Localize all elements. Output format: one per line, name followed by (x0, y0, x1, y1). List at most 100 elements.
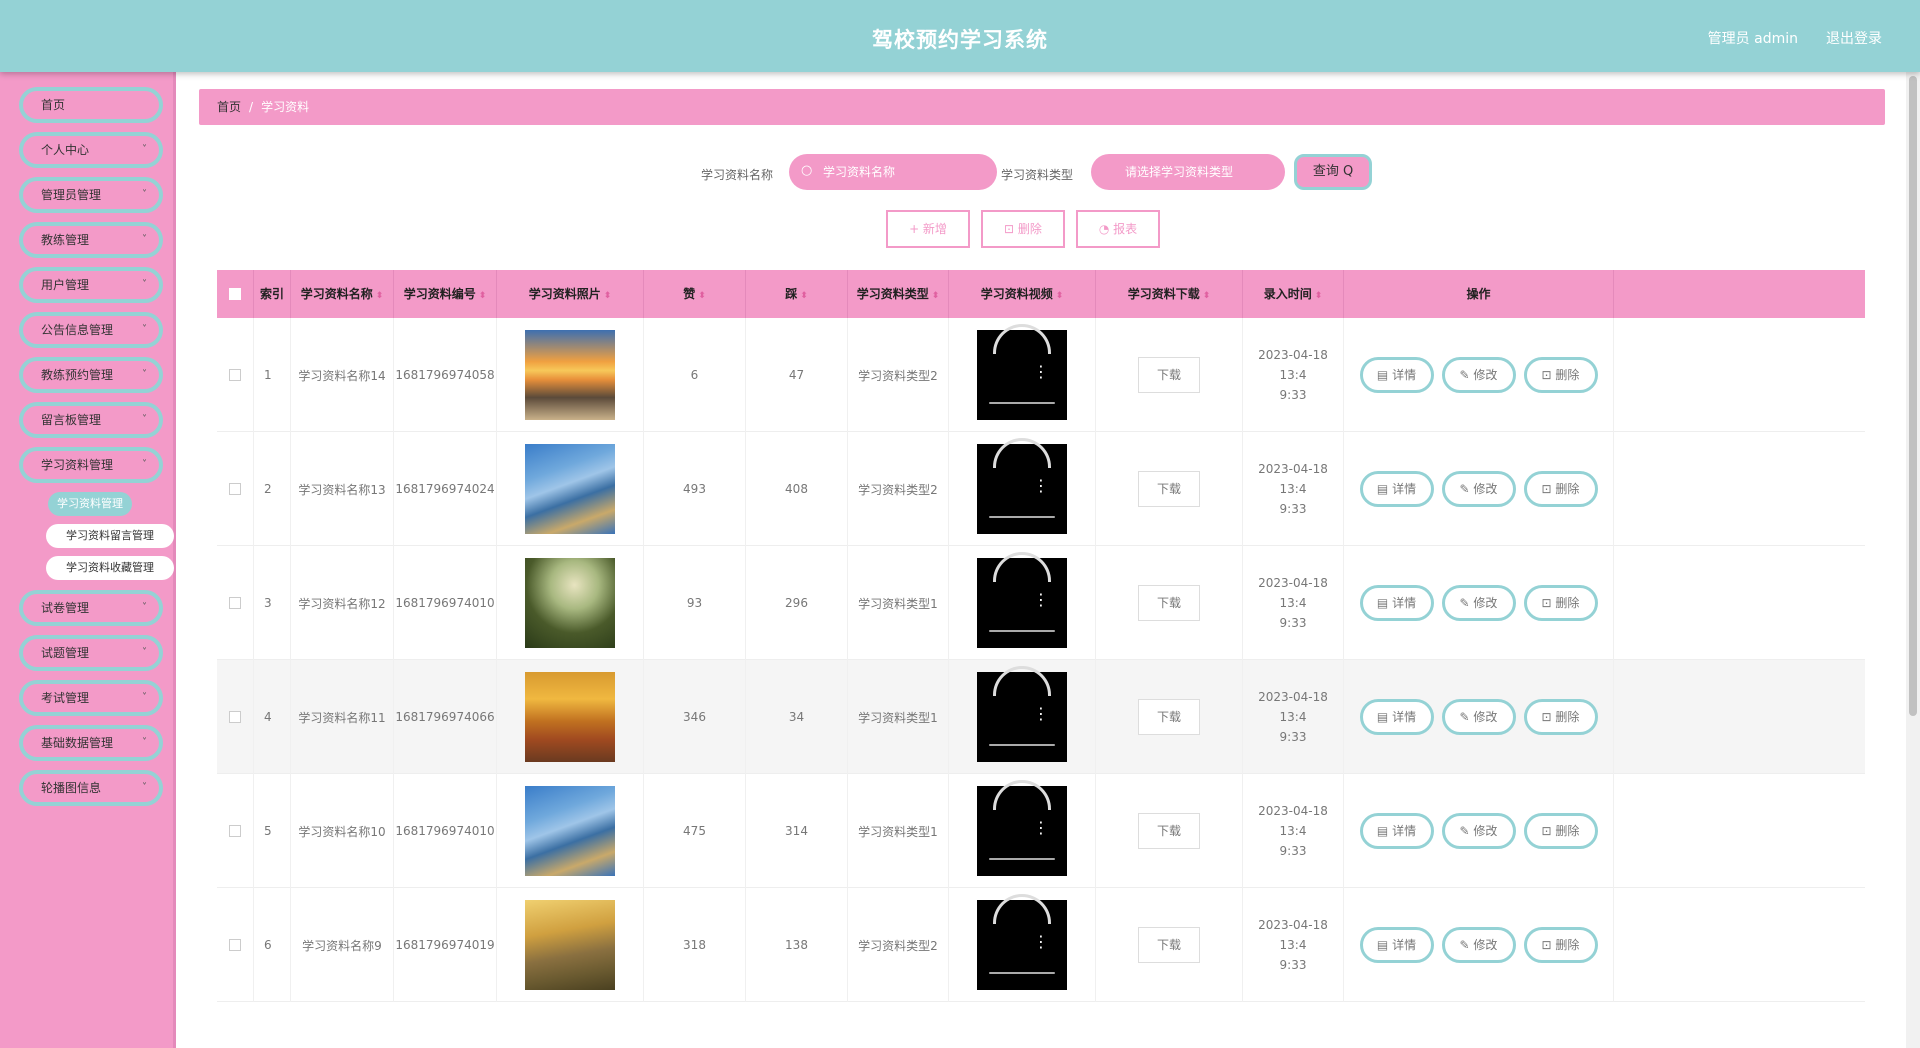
row-checkbox[interactable] (229, 483, 241, 495)
report-button[interactable]: ◔ 报表 (1076, 210, 1160, 248)
sidebar-item-0[interactable]: 首页 (19, 87, 163, 123)
detail-button[interactable]: ▤ 详情 (1359, 585, 1434, 621)
more-options-icon[interactable]: ⋮ (1033, 820, 1049, 836)
detail-button[interactable]: ▤ 详情 (1359, 927, 1434, 963)
delete-button[interactable]: ⊡ 删除 (1523, 471, 1598, 507)
sidebar-item-label: 试卷管理 (41, 601, 90, 615)
action-label: 删除 (1555, 938, 1580, 952)
sidebar-item-7[interactable]: 留言板管理 ˅ (19, 402, 163, 438)
column-header[interactable]: 录入时间 ⬍ (1243, 270, 1344, 318)
chevron-down-icon: ˅ (142, 369, 147, 380)
more-options-icon[interactable]: ⋮ (1033, 478, 1049, 494)
column-header[interactable]: 操作 (1344, 270, 1614, 318)
column-header[interactable]: 赞 ⬍ (644, 270, 746, 318)
like-count: 475 (683, 824, 706, 838)
video-progress-bar[interactable] (989, 516, 1055, 518)
video-progress-bar[interactable] (989, 858, 1055, 860)
delete-button[interactable]: ⊡ 删除 (1523, 813, 1598, 849)
name-search-input[interactable] (789, 154, 997, 190)
more-options-icon[interactable]: ⋮ (1033, 934, 1049, 950)
likes-cell: 493 (644, 432, 746, 546)
delete-button[interactable]: ⊡ 删除 (1523, 699, 1598, 735)
code-cell: 1681796974058 (394, 318, 497, 432)
video-player[interactable]: ⋮ (977, 324, 1067, 420)
photo-cell (497, 888, 644, 1002)
sidebar-item-5[interactable]: 公告信息管理 ˅ (19, 312, 163, 348)
download-button[interactable]: 下载 (1138, 357, 1200, 393)
download-button[interactable]: 下载 (1138, 699, 1200, 735)
column-header[interactable]: 学习资料照片 ⬍ (497, 270, 644, 318)
like-count: 93 (686, 596, 703, 610)
row-checkbox[interactable] (229, 939, 241, 951)
select-all-checkbox[interactable] (229, 288, 241, 300)
detail-button[interactable]: ▤ 详情 (1359, 471, 1434, 507)
download-button[interactable]: 下载 (1138, 927, 1200, 963)
row-checkbox[interactable] (229, 825, 241, 837)
column-header[interactable]: 索引 (254, 270, 291, 318)
download-button[interactable]: 下载 (1138, 471, 1200, 507)
detail-button[interactable]: ▤ 详情 (1359, 699, 1434, 735)
sidebar-item-9[interactable]: 试卷管理 ˅ (19, 590, 163, 626)
sidebar-subitem-study-favorites[interactable]: 学习资料收藏管理 (46, 556, 174, 580)
sidebar-item-3[interactable]: 教练管理 ˅ (19, 222, 163, 258)
sidebar-item-12[interactable]: 基础数据管理 ˅ (19, 725, 163, 761)
scrollbar-thumb[interactable] (1909, 76, 1917, 716)
sidebar-item-8[interactable]: 学习资料管理 ˅ (19, 447, 163, 483)
likes-cell: 318 (644, 888, 746, 1002)
breadcrumb: 首页 / 学习资料 (199, 89, 1885, 125)
sidebar-item-1[interactable]: 个人中心 ˅ (19, 132, 163, 168)
column-header[interactable]: 学习资料视频 ⬍ (949, 270, 1096, 318)
video-progress-bar[interactable] (989, 402, 1055, 404)
video-player[interactable]: ⋮ (977, 666, 1067, 762)
column-header[interactable]: 学习资料类型 ⬍ (848, 270, 949, 318)
video-player[interactable]: ⋮ (977, 552, 1067, 648)
breadcrumb-home[interactable]: 首页 (217, 100, 241, 114)
sidebar-subitem-study-material[interactable]: 学习资料管理 (48, 492, 132, 516)
column-header[interactable]: 学习资料下载 ⬍ (1096, 270, 1243, 318)
video-player[interactable]: ⋮ (977, 894, 1067, 990)
edit-button[interactable]: ✎ 修改 (1441, 357, 1516, 393)
download-button[interactable]: 下载 (1138, 585, 1200, 621)
add-button[interactable]: + 新增 (886, 210, 970, 248)
document-icon: ▤ (1376, 710, 1393, 724)
edit-button[interactable]: ✎ 修改 (1441, 585, 1516, 621)
video-player[interactable]: ⋮ (977, 438, 1067, 534)
more-options-icon[interactable]: ⋮ (1033, 592, 1049, 608)
column-header[interactable]: 踩 ⬍ (746, 270, 848, 318)
edit-button[interactable]: ✎ 修改 (1441, 471, 1516, 507)
edit-button[interactable]: ✎ 修改 (1441, 927, 1516, 963)
sidebar-subitem-study-comments[interactable]: 学习资料留言管理 (46, 524, 174, 548)
sidebar-item-10[interactable]: 试题管理 ˅ (19, 635, 163, 671)
delete-button[interactable]: ⊡ 删除 (1523, 357, 1598, 393)
video-progress-bar[interactable] (989, 972, 1055, 974)
page-scrollbar[interactable] (1906, 72, 1920, 1048)
material-name: 学习资料名称11 (298, 710, 386, 725)
column-header[interactable]: 学习资料名称 ⬍ (291, 270, 394, 318)
edit-button[interactable]: ✎ 修改 (1441, 699, 1516, 735)
query-button[interactable]: 查询 Q (1294, 154, 1372, 190)
sidebar-item-6[interactable]: 教练预约管理 ˅ (19, 357, 163, 393)
row-checkbox[interactable] (229, 369, 241, 381)
breadcrumb-separator: / (249, 100, 254, 114)
delete-button[interactable]: ⊡ 删除 (1523, 585, 1598, 621)
type-select[interactable] (1091, 154, 1285, 190)
row-checkbox[interactable] (229, 711, 241, 723)
detail-button[interactable]: ▤ 详情 (1359, 357, 1434, 393)
download-button[interactable]: 下载 (1138, 813, 1200, 849)
video-progress-bar[interactable] (989, 630, 1055, 632)
column-header[interactable]: 学习资料编号 ⬍ (394, 270, 497, 318)
logout-link[interactable]: 退出登录 (1826, 28, 1882, 48)
detail-button[interactable]: ▤ 详情 (1359, 813, 1434, 849)
video-player[interactable]: ⋮ (977, 780, 1067, 876)
row-checkbox[interactable] (229, 597, 241, 609)
edit-button[interactable]: ✎ 修改 (1441, 813, 1516, 849)
more-options-icon[interactable]: ⋮ (1033, 364, 1049, 380)
sidebar-item-11[interactable]: 考试管理 ˅ (19, 680, 163, 716)
video-progress-bar[interactable] (989, 744, 1055, 746)
more-options-icon[interactable]: ⋮ (1033, 706, 1049, 722)
sidebar-item-13[interactable]: 轮播图信息 ˅ (19, 770, 163, 806)
sidebar-item-2[interactable]: 管理员管理 ˅ (19, 177, 163, 213)
batch-delete-button[interactable]: ⊡ 删除 (981, 210, 1065, 248)
delete-button[interactable]: ⊡ 删除 (1523, 927, 1598, 963)
sidebar-item-4[interactable]: 用户管理 ˅ (19, 267, 163, 303)
